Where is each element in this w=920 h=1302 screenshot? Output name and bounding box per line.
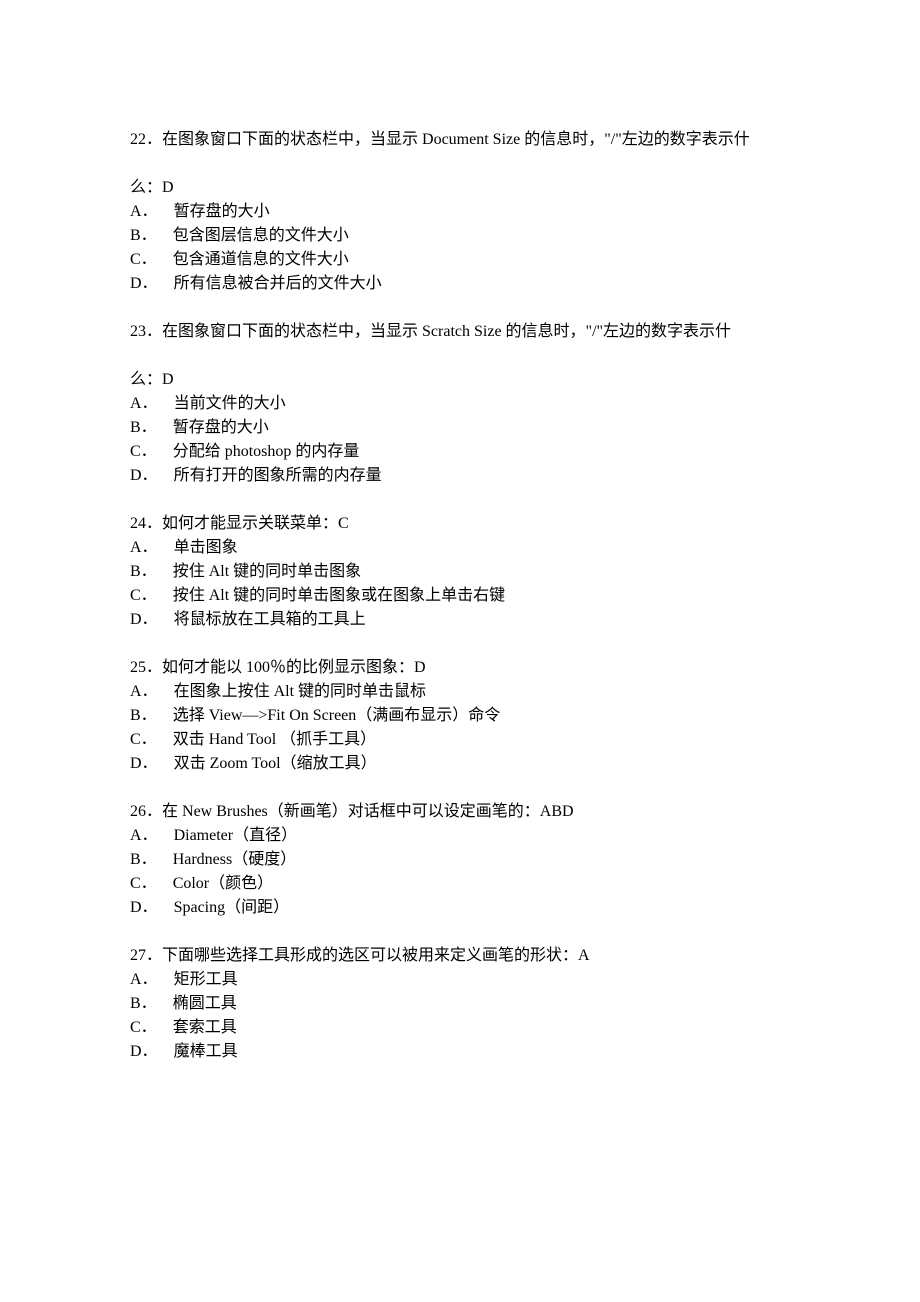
question-block: 24．如何才能显示关联菜单：CA． 单击图象 B． 按住 Alt 键的同时单击图象 C．… [130, 512, 790, 632]
option-letter: D． [130, 752, 158, 776]
answer-option: C． Color（颜色） [130, 872, 790, 896]
question-continuation: 么：D [130, 176, 790, 200]
answer-option: C． 包含通道信息的文件大小 [130, 248, 790, 272]
question-block: 23．在图象窗口下面的状态栏中，当显示 Scratch Size 的信息时，"/… [130, 320, 790, 488]
answer-option: B． 按住 Alt 键的同时单击图象 [130, 560, 790, 584]
option-text: Diameter（直径） [174, 827, 298, 844]
option-letter: C． [130, 872, 157, 896]
option-letter: A． [130, 824, 158, 848]
answer-option: C． 按住 Alt 键的同时单击图象或在图象上单击右键 [130, 584, 790, 608]
answer-option: D． 所有打开的图象所需的内存量 [130, 464, 790, 488]
question-number: 23． [130, 323, 162, 340]
question-stem: 26．在 New Brushes（新画笔）对话框中可以设定画笔的：ABD [130, 800, 790, 824]
question-stem: 27．下面哪些选择工具形成的选区可以被用来定义画笔的形状：A [130, 944, 790, 968]
option-letter: B． [130, 992, 157, 1016]
answer-option: D． 魔棒工具 [130, 1040, 790, 1064]
question-stem: 25．如何才能以 100％的比例显示图象：D [130, 656, 790, 680]
option-text: 矩形工具 [174, 971, 238, 988]
question-stem: 24．如何才能显示关联菜单：C [130, 512, 790, 536]
question-stem-text: 如何才能显示关联菜单：C [162, 515, 349, 532]
option-text: 所有信息被合并后的文件大小 [174, 275, 382, 292]
question-block: 22．在图象窗口下面的状态栏中，当显示 Document Size 的信息时，"… [130, 128, 790, 296]
answer-option: B． 椭圆工具 [130, 992, 790, 1016]
answer-option: B． Hardness（硬度） [130, 848, 790, 872]
answer-option: B． 选择 View—>Fit On Screen（满画布显示）命令 [130, 704, 790, 728]
question-number: 27． [130, 947, 162, 964]
answer-option: B． 暂存盘的大小 [130, 416, 790, 440]
option-text: 当前文件的大小 [174, 395, 286, 412]
question-block: 27．下面哪些选择工具形成的选区可以被用来定义画笔的形状：AA． 矩形工具 B． 椭圆… [130, 944, 790, 1064]
answer-option: A． 矩形工具 [130, 968, 790, 992]
answer-option: C． 分配给 photoshop 的内存量 [130, 440, 790, 464]
option-text: 选择 View—>Fit On Screen（满画布显示）命令 [173, 707, 501, 724]
option-letter: A． [130, 200, 158, 224]
question-stem: 23．在图象窗口下面的状态栏中，当显示 Scratch Size 的信息时，"/… [130, 320, 790, 344]
option-letter: D． [130, 464, 158, 488]
option-text: 暂存盘的大小 [173, 419, 269, 436]
question-number: 26． [130, 803, 162, 820]
option-text: 椭圆工具 [173, 995, 237, 1012]
option-text: 暂存盘的大小 [174, 203, 270, 220]
option-text: 魔棒工具 [174, 1043, 238, 1060]
option-letter: B． [130, 704, 157, 728]
option-letter: A． [130, 392, 158, 416]
option-text: 双击 Zoom Tool（缩放工具） [174, 755, 377, 772]
answer-option: A． 在图象上按住 Alt 键的同时单击鼠标 [130, 680, 790, 704]
question-number: 25． [130, 659, 162, 676]
option-text: 包含图层信息的文件大小 [173, 227, 349, 244]
answer-option: A． 暂存盘的大小 [130, 200, 790, 224]
option-text: 在图象上按住 Alt 键的同时单击鼠标 [174, 683, 426, 700]
question-number: 22． [130, 131, 162, 148]
question-stem-text: 在 New Brushes（新画笔）对话框中可以设定画笔的：ABD [162, 803, 574, 820]
option-text: 套索工具 [173, 1019, 237, 1036]
option-letter: B． [130, 848, 157, 872]
option-text: 包含通道信息的文件大小 [173, 251, 349, 268]
option-letter: C． [130, 728, 157, 752]
option-text: 双击 Hand Tool （抓手工具） [173, 731, 376, 748]
option-letter: A． [130, 536, 158, 560]
question-stem: 22．在图象窗口下面的状态栏中，当显示 Document Size 的信息时，"… [130, 128, 790, 152]
option-text: 所有打开的图象所需的内存量 [174, 467, 382, 484]
option-text: Spacing（间距） [174, 899, 290, 916]
answer-option: A． 单击图象 [130, 536, 790, 560]
option-letter: B． [130, 224, 157, 248]
question-stem-text: 下面哪些选择工具形成的选区可以被用来定义画笔的形状：A [162, 947, 590, 964]
option-letter: D． [130, 1040, 158, 1064]
option-text: 按住 Alt 键的同时单击图象或在图象上单击右键 [173, 587, 505, 604]
option-text: 按住 Alt 键的同时单击图象 [173, 563, 361, 580]
answer-option: D． 双击 Zoom Tool（缩放工具） [130, 752, 790, 776]
option-letter: D． [130, 608, 158, 632]
answer-option: C． 套索工具 [130, 1016, 790, 1040]
answer-option: D． 所有信息被合并后的文件大小 [130, 272, 790, 296]
option-letter: A． [130, 968, 158, 992]
question-stem-text: 如何才能以 100％的比例显示图象：D [162, 659, 426, 676]
answer-option: D． 将鼠标放在工具箱的工具上 [130, 608, 790, 632]
answer-option: D． Spacing（间距） [130, 896, 790, 920]
question-block: 25．如何才能以 100％的比例显示图象：DA． 在图象上按住 Alt 键的同时单… [130, 656, 790, 776]
question-stem-text: 在图象窗口下面的状态栏中，当显示 Scratch Size 的信息时，"/"左边… [162, 323, 731, 340]
option-letter: C． [130, 440, 157, 464]
option-text: Color（颜色） [173, 875, 273, 892]
option-text: Hardness（硬度） [173, 851, 297, 868]
document-page: 22．在图象窗口下面的状态栏中，当显示 Document Size 的信息时，"… [0, 0, 920, 1302]
option-letter: B． [130, 416, 157, 440]
option-letter: C． [130, 1016, 157, 1040]
answer-option: C． 双击 Hand Tool （抓手工具） [130, 728, 790, 752]
question-continuation: 么：D [130, 368, 790, 392]
option-letter: C． [130, 584, 157, 608]
answer-option: A． 当前文件的大小 [130, 392, 790, 416]
question-block: 26．在 New Brushes（新画笔）对话框中可以设定画笔的：ABDA． Di… [130, 800, 790, 920]
option-letter: D． [130, 272, 158, 296]
option-text: 单击图象 [174, 539, 238, 556]
answer-option: B． 包含图层信息的文件大小 [130, 224, 790, 248]
option-text: 分配给 photoshop 的内存量 [173, 443, 360, 460]
option-letter: A． [130, 680, 158, 704]
question-stem-text: 在图象窗口下面的状态栏中，当显示 Document Size 的信息时，"/"左… [162, 131, 750, 148]
option-letter: D． [130, 896, 158, 920]
option-letter: B． [130, 560, 157, 584]
option-letter: C． [130, 248, 157, 272]
question-number: 24． [130, 515, 162, 532]
option-text: 将鼠标放在工具箱的工具上 [174, 611, 366, 628]
answer-option: A． Diameter（直径） [130, 824, 790, 848]
